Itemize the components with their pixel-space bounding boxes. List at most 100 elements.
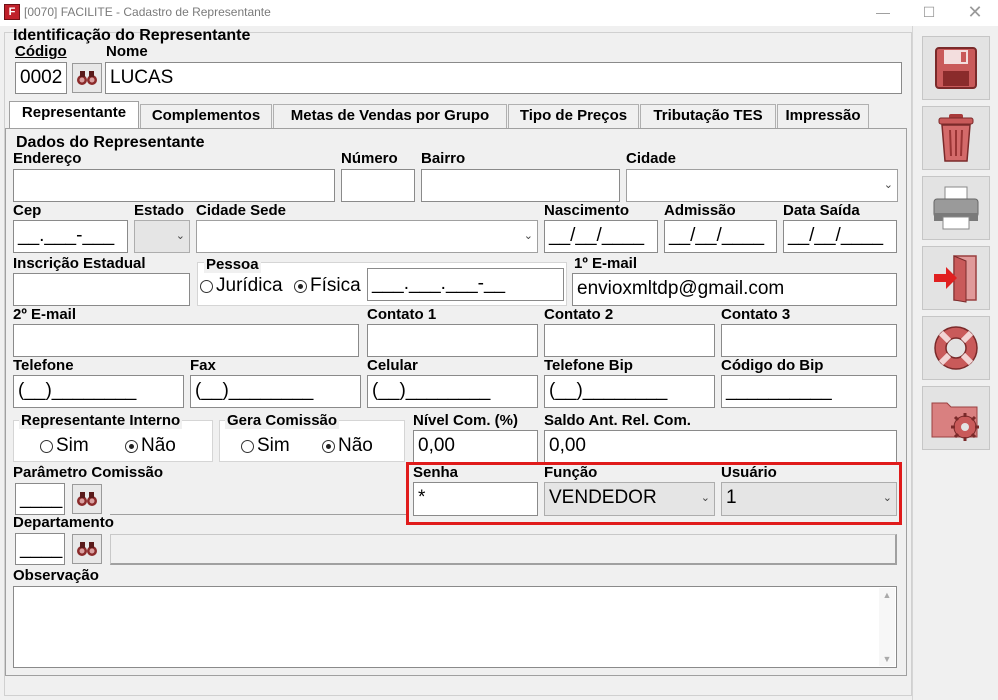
email2-label: 2º E-mail	[13, 306, 77, 323]
minimize-button[interactable]: —	[860, 0, 906, 26]
binoculars-icon	[77, 71, 97, 85]
senha-field[interactable]: *	[413, 482, 538, 516]
admissao-field[interactable]: __/__/____	[664, 220, 777, 253]
tab-tipo-precos[interactable]: Tipo de Preços	[508, 104, 639, 128]
gera-comissao-sim-option[interactable]: Sim	[241, 435, 290, 457]
observacao-scrollbar[interactable]: ▲ ▼	[879, 588, 895, 666]
parametro-label: Parâmetro Comissão	[13, 464, 164, 481]
radio-rep-interno-sim[interactable]	[40, 439, 53, 453]
radio-gera-comissao-nao[interactable]	[322, 439, 335, 453]
fax-field[interactable]: (__)________	[190, 375, 361, 408]
pessoa-fisica-option[interactable]: Física	[294, 275, 361, 297]
gera-comissao-nao-option[interactable]: Não	[322, 435, 373, 457]
nome-field[interactable]: LUCAS	[105, 62, 902, 94]
cidade-sede-select[interactable]: ⌄	[196, 220, 538, 253]
settings-button[interactable]	[922, 386, 990, 450]
nivel-com-label: Nível Com. (%)	[413, 412, 519, 429]
save-button[interactable]	[922, 36, 990, 100]
departamento-field[interactable]: ____	[15, 533, 65, 565]
tab-impressao[interactable]: Impressão	[777, 104, 869, 128]
radio-juridica[interactable]	[200, 279, 213, 293]
chevron-down-icon: ⌄	[700, 492, 710, 504]
codigo-field[interactable]: 0002	[15, 62, 67, 94]
tab-representante[interactable]: Representante	[9, 101, 139, 129]
celular-label: Celular	[367, 357, 418, 374]
numero-field[interactable]	[341, 169, 415, 202]
radio-rep-interno-nao[interactable]	[125, 439, 138, 453]
email1-label: 1º E-mail	[574, 255, 638, 272]
nascimento-label: Nascimento	[544, 202, 630, 219]
delete-button[interactable]	[922, 106, 990, 170]
fax-label: Fax	[190, 357, 216, 374]
cidade-select[interactable]: ⌄	[626, 169, 898, 202]
bairro-field[interactable]	[421, 169, 620, 202]
rep-interno-nao-option[interactable]: Não	[125, 435, 176, 457]
parametro-field[interactable]: ____	[15, 483, 65, 515]
tab-complementos[interactable]: Complementos	[140, 104, 272, 128]
contato1-field[interactable]	[367, 324, 538, 357]
printer-icon	[933, 186, 979, 230]
chevron-down-icon: ⌄	[883, 179, 893, 191]
observacao-textarea[interactable]	[13, 586, 897, 668]
inscricao-field[interactable]	[13, 273, 190, 306]
contato3-label: Contato 3	[721, 306, 791, 323]
cidade-sede-label: Cidade Sede	[196, 202, 287, 219]
numero-label: Número	[341, 150, 398, 167]
lifebuoy-help-icon	[934, 326, 978, 370]
nascimento-field[interactable]: __/__/____	[544, 220, 658, 253]
funcao-label: Função	[544, 464, 598, 481]
codigo-label: Código	[15, 43, 67, 60]
email1-field[interactable]: envioxmltdp@gmail.com	[572, 273, 897, 306]
scroll-up-icon[interactable]: ▲	[879, 588, 895, 602]
help-button[interactable]	[922, 316, 990, 380]
saldo-ant-field[interactable]: 0,00	[544, 430, 897, 463]
nivel-com-field[interactable]: 0,00	[413, 430, 538, 463]
departamento-search-button[interactable]	[72, 534, 102, 564]
saldo-ant-label: Saldo Ant. Rel. Com.	[544, 412, 691, 429]
contato1-label: Contato 1	[367, 306, 437, 323]
exit-door-icon	[934, 255, 977, 303]
contato3-field[interactable]	[721, 324, 897, 357]
usuario-select[interactable]: 1 ⌄	[721, 482, 897, 516]
estado-select[interactable]: ⌄	[134, 220, 190, 253]
pessoa-label: Pessoa	[204, 256, 261, 273]
telefone-bip-label: Telefone Bip	[544, 357, 633, 374]
cidade-label: Cidade	[626, 150, 677, 167]
tab-tributacao-tes[interactable]: Tributação TES	[640, 104, 776, 128]
print-button[interactable]	[922, 176, 990, 240]
nome-label: Nome	[106, 43, 148, 60]
cep-label: Cep	[13, 202, 42, 219]
bairro-label: Bairro	[421, 150, 466, 167]
telefone-field[interactable]: (__)________	[13, 375, 184, 408]
contato2-field[interactable]	[544, 324, 715, 357]
rep-interno-sim-option[interactable]: Sim	[40, 435, 89, 457]
radio-gera-comissao-sim[interactable]	[241, 439, 254, 453]
telefone-bip-field[interactable]: (__)________	[544, 375, 715, 408]
scroll-down-icon[interactable]: ▼	[879, 652, 895, 666]
radio-fisica[interactable]	[294, 279, 307, 293]
maximize-button[interactable]: ☐	[906, 0, 952, 26]
pessoa-juridica-option[interactable]: Jurídica	[200, 275, 283, 297]
telefone-label: Telefone	[13, 357, 74, 374]
tab-metas-vendas[interactable]: Metas de Vendas por Grupo	[273, 104, 507, 128]
endereco-label: Endereço	[13, 150, 82, 167]
chevron-down-icon: ⌄	[882, 492, 892, 504]
funcao-select[interactable]: VENDEDOR ⌄	[544, 482, 715, 516]
celular-field[interactable]: (__)________	[367, 375, 538, 408]
chevron-down-icon: ⌄	[175, 230, 185, 242]
endereco-field[interactable]	[13, 169, 335, 202]
usuario-label: Usuário	[721, 464, 777, 481]
cep-field[interactable]: __.___-___	[13, 220, 128, 253]
codigo-search-button[interactable]	[72, 63, 102, 93]
title-bar: F [0070] FACILITE - Cadastro de Represen…	[0, 0, 998, 26]
codigo-bip-field[interactable]: __________	[721, 375, 897, 408]
email2-field[interactable]	[13, 324, 359, 357]
data-saida-field[interactable]: __/__/____	[783, 220, 897, 253]
close-button[interactable]: ✕	[952, 0, 998, 26]
exit-button[interactable]	[922, 246, 990, 310]
chevron-down-icon: ⌄	[523, 230, 533, 242]
gera-comissao-label: Gera Comissão	[225, 412, 340, 429]
parametro-search-button[interactable]	[72, 484, 102, 514]
floppy-save-icon	[935, 47, 977, 89]
cpf-field[interactable]: ___.___.___-__	[367, 268, 564, 301]
